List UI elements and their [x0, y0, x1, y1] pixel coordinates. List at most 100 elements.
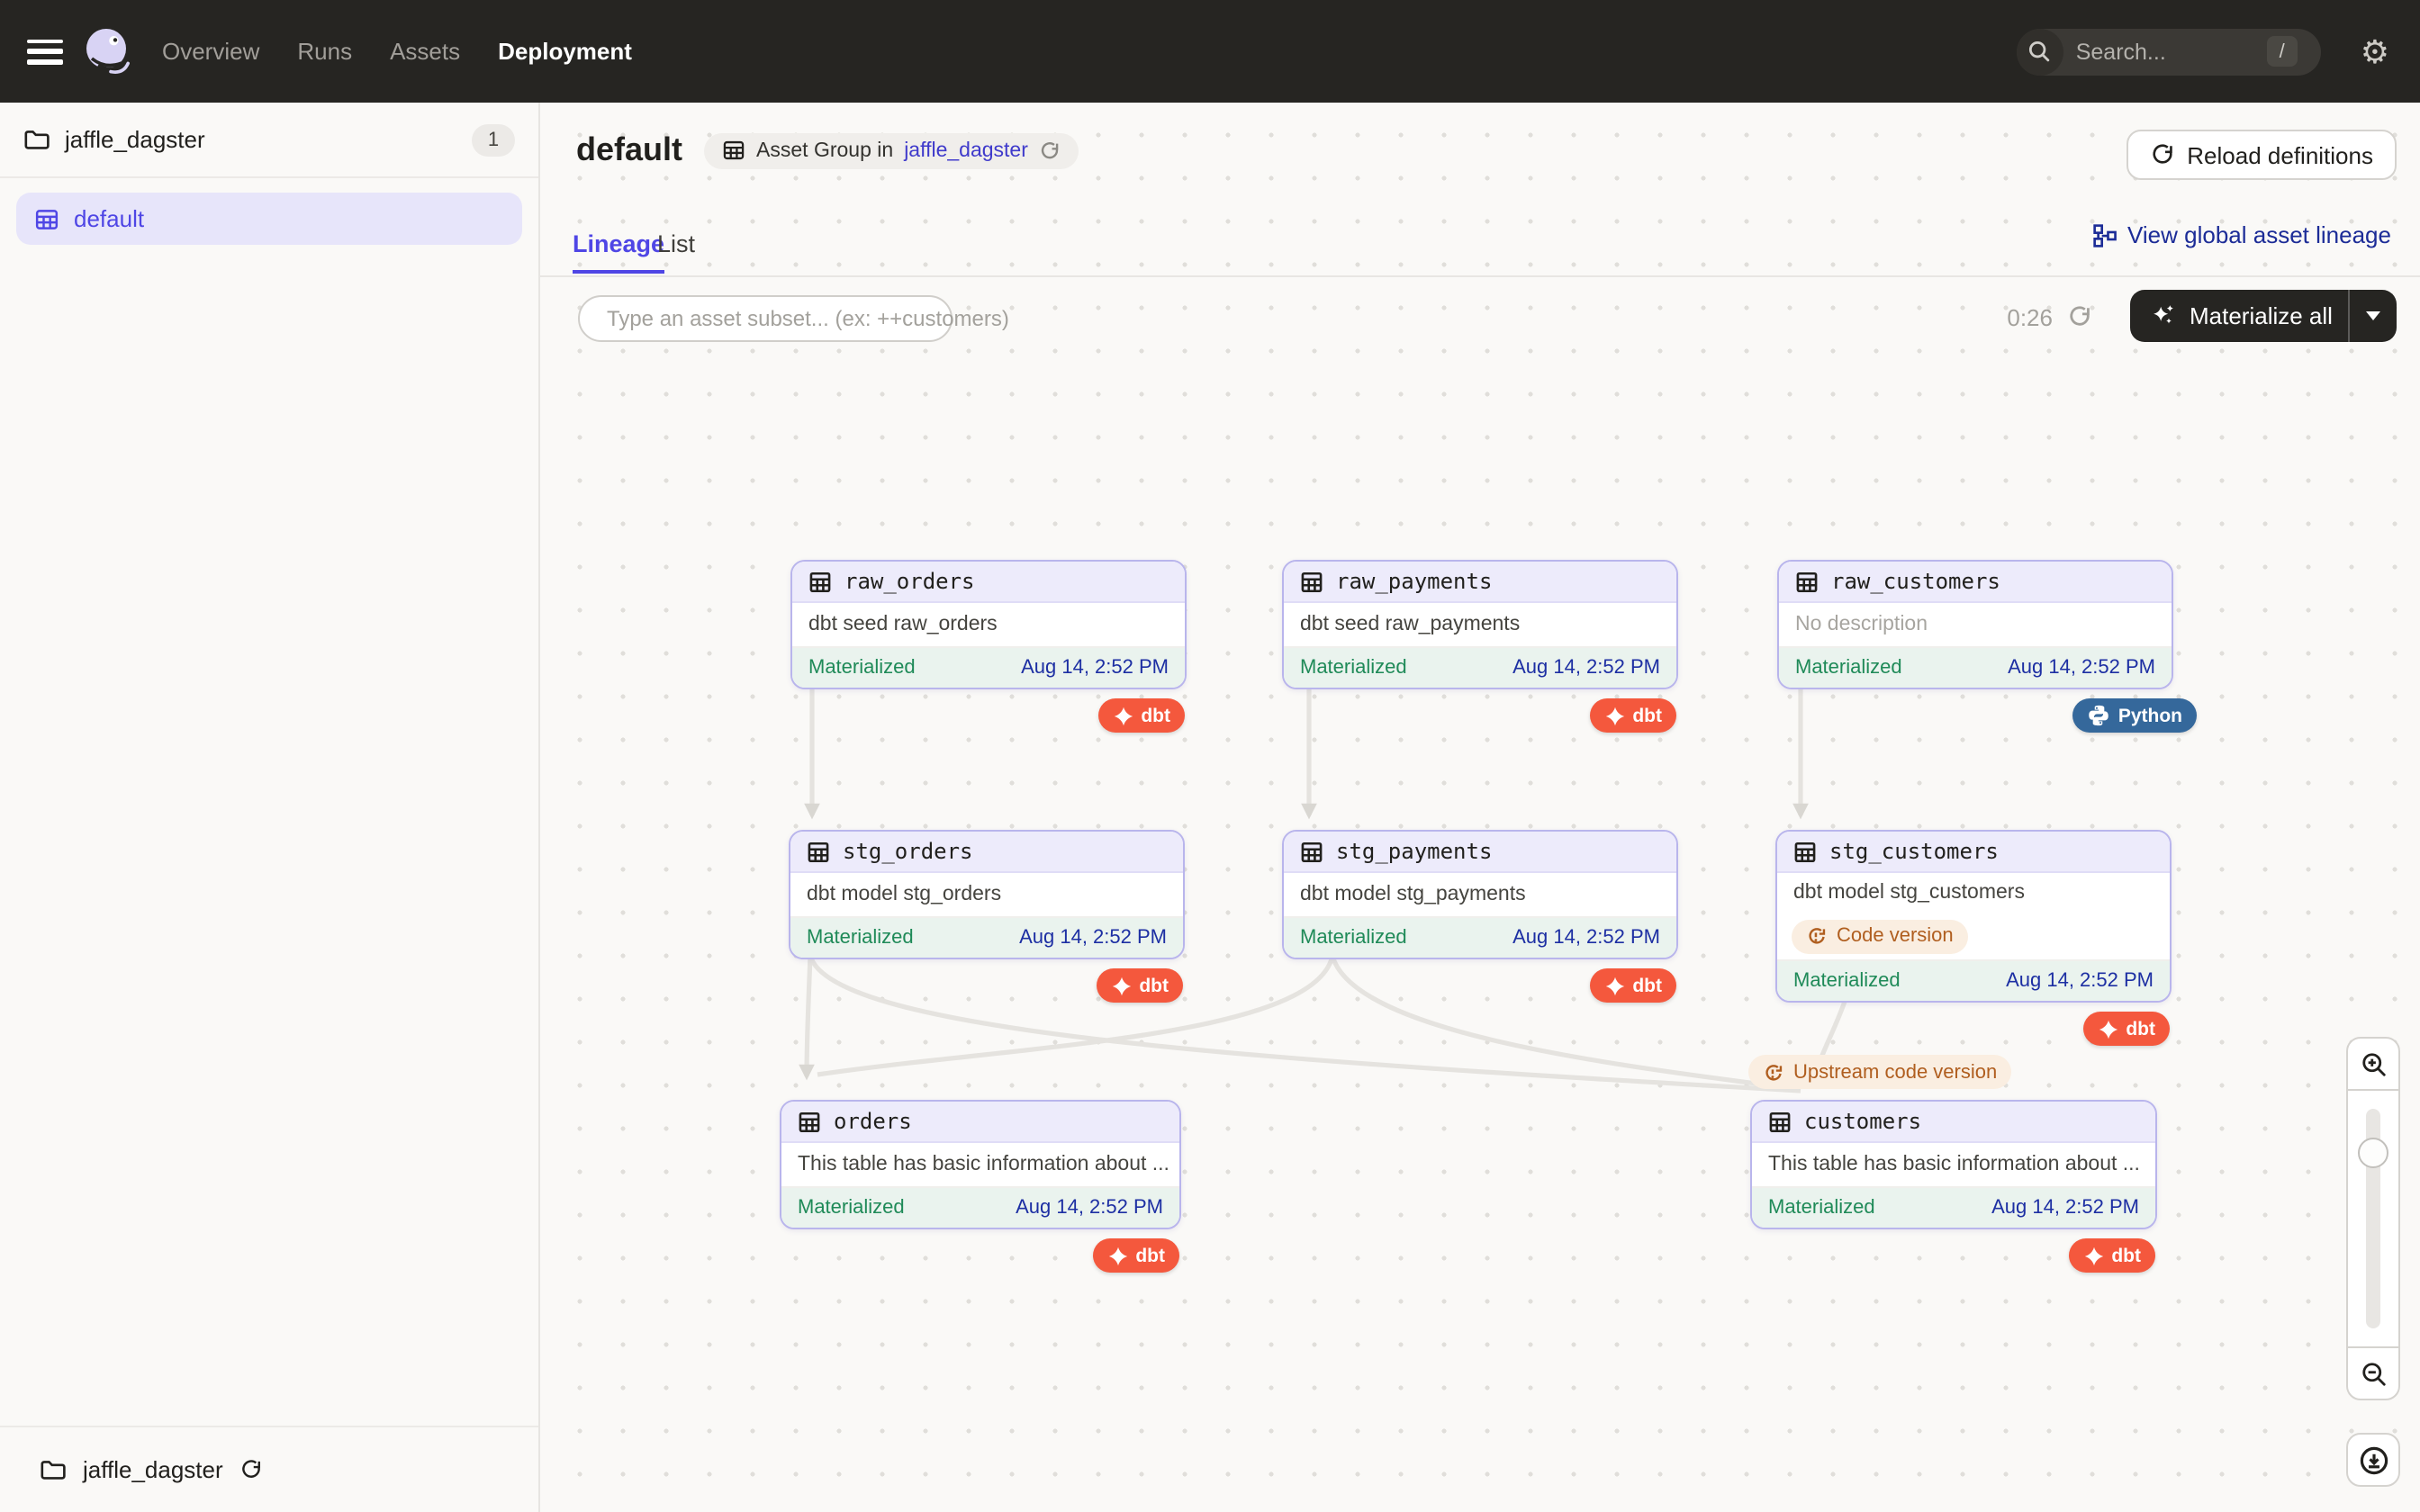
main-pane: default Asset Group in jaffle_dagster Re…: [540, 103, 2420, 1512]
table-icon: [1793, 840, 1817, 863]
asset-node-stg-payments[interactable]: stg_payments dbt model stg_payments Mate…: [1282, 830, 1678, 959]
table-icon: [1768, 1110, 1792, 1133]
asset-status: Materialized: [807, 927, 914, 949]
search-input[interactable]: Search... /: [2017, 28, 2321, 75]
asset-description: dbt seed raw_payments: [1284, 603, 1676, 648]
dbt-badge: dbt: [1589, 698, 1676, 733]
code-version-label: Code version: [1837, 925, 1954, 947]
download-graph-button[interactable]: [2346, 1433, 2400, 1487]
code-version-tag: Code version: [1792, 919, 1968, 953]
zoom-out-icon: [2360, 1360, 2387, 1387]
badge-label: dbt: [1139, 975, 1169, 996]
refresh-icon: [2149, 142, 2174, 167]
asset-name: stg_orders: [843, 839, 973, 864]
query-timer: 0:26: [2007, 304, 2053, 331]
refresh-icon[interactable]: [1039, 140, 1061, 161]
upstream-code-version-tag: Upstream code version: [1748, 1055, 2011, 1089]
asset-timestamp[interactable]: Aug 14, 2:52 PM: [2006, 970, 2154, 992]
asset-status: Materialized: [1300, 657, 1407, 679]
materialize-all-label: Materialize all: [2190, 302, 2333, 329]
sidebar-item-label: default: [74, 205, 144, 232]
sidebar-item-default[interactable]: default: [16, 193, 522, 245]
asset-description: dbt model stg_orders: [790, 873, 1183, 918]
dbt-badge: dbt: [2082, 1012, 2170, 1046]
chevron-down-icon: [2366, 311, 2380, 320]
tab-list[interactable]: List: [657, 230, 695, 257]
table-icon: [807, 840, 830, 863]
asset-timestamp[interactable]: Aug 14, 2:52 PM: [1016, 1197, 1163, 1219]
asset-name: raw_customers: [1831, 569, 2000, 594]
sidebar-group-count-badge: 1: [472, 123, 515, 156]
asset-node-customers[interactable]: customers This table has basic informati…: [1750, 1100, 2157, 1229]
asset-name: stg_payments: [1336, 839, 1492, 864]
asset-name: orders: [834, 1109, 912, 1134]
nav-item-deployment[interactable]: Deployment: [498, 38, 632, 65]
refresh-icon[interactable]: [239, 1458, 263, 1481]
zoom-out-button[interactable]: [2348, 1348, 2398, 1399]
search-icon: [2017, 28, 2063, 75]
dagster-logo-icon[interactable]: [81, 24, 135, 78]
asset-name: stg_customers: [1829, 839, 1999, 864]
folder-icon: [23, 126, 50, 153]
badge-label: dbt: [1141, 705, 1170, 726]
asset-group-icon: [722, 139, 745, 162]
lineage-graph-icon: [2091, 222, 2117, 248]
asset-description: No description: [1779, 603, 2172, 648]
dbt-badge: dbt: [2068, 1238, 2155, 1273]
search-shortcut-key: /: [2267, 36, 2298, 67]
asset-name: customers: [1804, 1109, 1921, 1134]
asset-node-stg-customers[interactable]: stg_customers dbt model stg_customers Co…: [1775, 830, 2172, 1003]
asset-subset-placeholder: Type an asset subset... (ex: ++customers…: [607, 306, 1009, 331]
asset-group-context-pill: Asset Group in jaffle_dagster: [704, 132, 1079, 168]
badge-label: dbt: [2126, 1018, 2155, 1040]
tab-lineage[interactable]: Lineage: [573, 230, 664, 257]
dbt-badge: dbt: [1096, 968, 1183, 1003]
asset-timestamp[interactable]: Aug 14, 2:52 PM: [2008, 657, 2155, 679]
materialize-dropdown-button[interactable]: [2348, 290, 2397, 342]
badge-label: dbt: [1135, 1245, 1165, 1266]
asset-subset-input[interactable]: Type an asset subset... (ex: ++customers…: [578, 295, 953, 342]
reload-definitions-button[interactable]: Reload definitions: [2126, 130, 2397, 180]
asset-node-raw-orders[interactable]: raw_orders dbt seed raw_orders Materiali…: [790, 560, 1187, 689]
zoom-in-icon: [2360, 1050, 2387, 1077]
view-global-asset-lineage-link[interactable]: View global asset lineage: [2091, 221, 2391, 248]
context-repo-link[interactable]: jaffle_dagster: [904, 140, 1028, 161]
asset-node-orders[interactable]: orders This table has basic information …: [780, 1100, 1181, 1229]
asset-status: Materialized: [1768, 1197, 1875, 1219]
dbt-logo-icon: [1603, 975, 1625, 996]
sidebar-group-jaffle-dagster[interactable]: jaffle_dagster 1: [0, 103, 538, 178]
timer-refresh-icon[interactable]: [2067, 304, 2092, 329]
zoom-in-button[interactable]: [2348, 1039, 2398, 1089]
folder-icon: [40, 1456, 67, 1483]
asset-timestamp[interactable]: Aug 14, 2:52 PM: [1991, 1197, 2139, 1219]
asset-name: raw_orders: [844, 569, 975, 594]
sidebar-group-label: jaffle_dagster: [65, 126, 205, 153]
hamburger-menu-icon[interactable]: [27, 39, 63, 64]
nav-item-runs[interactable]: Runs: [297, 38, 352, 65]
asset-timestamp[interactable]: Aug 14, 2:52 PM: [1019, 927, 1167, 949]
badge-label: dbt: [2111, 1245, 2141, 1266]
nav-item-overview[interactable]: Overview: [162, 38, 259, 65]
asset-node-stg-orders[interactable]: stg_orders dbt model stg_orders Material…: [789, 830, 1185, 959]
settings-gear-icon[interactable]: ⚙: [2361, 35, 2389, 68]
asset-timestamp[interactable]: Aug 14, 2:52 PM: [1512, 927, 1660, 949]
asset-timestamp[interactable]: Aug 14, 2:52 PM: [1512, 657, 1660, 679]
asset-node-raw-payments[interactable]: raw_payments dbt seed raw_payments Mater…: [1282, 560, 1678, 689]
materialize-all-button[interactable]: Materialize all: [2130, 290, 2397, 342]
asset-status: Materialized: [1793, 970, 1901, 992]
dbt-logo-icon: [2097, 1018, 2118, 1040]
asset-group-icon: [34, 206, 59, 231]
download-icon: [2358, 1444, 2388, 1475]
zoom-slider-handle[interactable]: [2358, 1138, 2388, 1168]
dbt-logo-icon: [2082, 1245, 2104, 1266]
badge-label: Python: [2118, 705, 2182, 726]
zoom-slider[interactable]: [2348, 1089, 2398, 1348]
asset-status: Materialized: [798, 1197, 905, 1219]
asset-node-raw-customers[interactable]: raw_customers No description Materialize…: [1777, 560, 2173, 689]
sidebar-footer: jaffle_dagster: [0, 1426, 538, 1512]
context-prefix: Asset Group in: [756, 140, 893, 161]
asset-description: This table has basic information about .…: [1752, 1143, 2155, 1188]
nav-item-assets[interactable]: Assets: [390, 38, 460, 65]
dbt-badge: dbt: [1097, 698, 1185, 733]
asset-timestamp[interactable]: Aug 14, 2:52 PM: [1021, 657, 1169, 679]
